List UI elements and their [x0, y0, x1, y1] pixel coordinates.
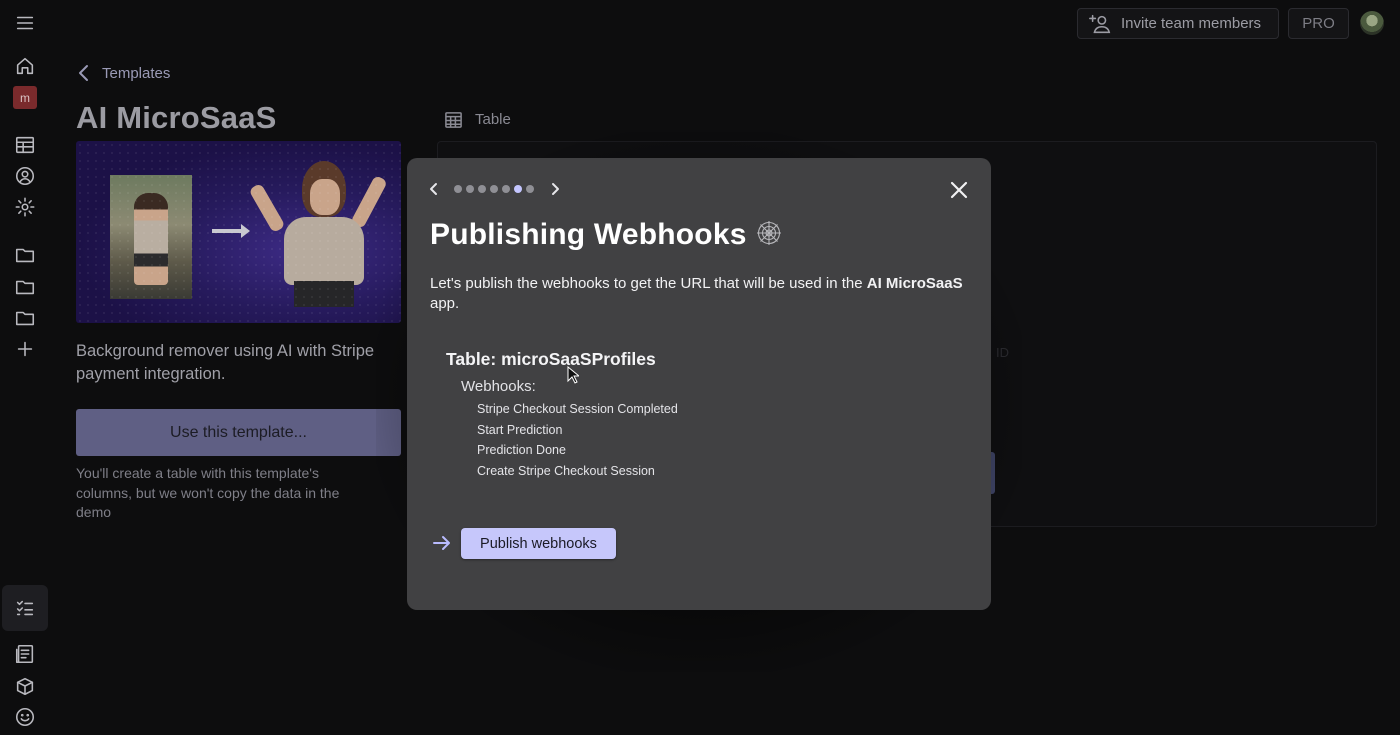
intro-app-name: AI MicroSaaS — [866, 275, 963, 292]
spider-web-icon — [755, 219, 783, 252]
webhooks-modal: Publishing Webhooks Let's publish the we… — [407, 158, 991, 610]
invite-team-members-button[interactable]: Invite team members — [1077, 8, 1279, 39]
after-cutout — [248, 157, 388, 323]
table-icon — [445, 112, 462, 128]
arrow-right-icon — [432, 534, 452, 552]
smiley-icon[interactable] — [12, 704, 38, 730]
breadcrumb-templates[interactable]: Templates — [102, 65, 170, 82]
folder-icon[interactable] — [12, 242, 38, 268]
avatar[interactable] — [1360, 11, 1384, 35]
previous-step-button[interactable] — [426, 180, 442, 198]
table-name: Table: microSaaSProfiles — [446, 349, 656, 369]
intro-text: Let's publish the webhooks to get the UR… — [430, 275, 867, 292]
step-dot[interactable] — [514, 185, 522, 193]
modal-intro: Let's publish the webhooks to get the UR… — [430, 274, 978, 314]
step-dots — [454, 185, 534, 193]
list-item: Prediction Done — [477, 443, 566, 458]
step-dot[interactable] — [490, 185, 498, 193]
mouse-cursor-icon — [567, 366, 579, 384]
pro-button[interactable]: PRO — [1288, 8, 1349, 39]
tab-table-label: Table — [475, 111, 511, 128]
menu-icon[interactable] — [12, 10, 38, 36]
chevron-left-icon — [430, 183, 437, 195]
package-icon[interactable] — [12, 673, 38, 699]
next-step-button[interactable] — [547, 180, 563, 198]
invite-label: Invite team members — [1121, 15, 1262, 32]
chevron-right-icon — [552, 183, 559, 195]
list-item: Start Prediction — [477, 422, 563, 437]
close-icon — [950, 181, 968, 199]
sidebar: m — [0, 0, 50, 735]
publish-webhooks-button[interactable]: Publish webhooks — [461, 528, 616, 559]
before-photo — [110, 175, 192, 299]
add-user-icon — [1089, 14, 1111, 33]
template-description: Background remover using AI with Stripe … — [76, 342, 375, 383]
home-icon[interactable] — [12, 53, 38, 79]
plus-icon[interactable] — [12, 336, 38, 362]
settings-icon[interactable] — [12, 194, 38, 220]
use-template-button[interactable]: Use this template... — [76, 409, 401, 456]
close-button[interactable] — [949, 180, 969, 200]
list-item: Stripe Checkout Session Completed — [477, 402, 678, 416]
modal-title: Publishing Webhooks — [430, 218, 783, 252]
template-preview-image — [76, 141, 401, 323]
tables-icon[interactable] — [12, 132, 38, 158]
step-dot[interactable] — [478, 185, 486, 193]
docs-icon[interactable] — [12, 641, 38, 667]
step-dot[interactable] — [466, 185, 474, 193]
profile-icon[interactable] — [12, 163, 38, 189]
breadcrumb[interactable]: Templates — [76, 64, 170, 82]
workspace-badge[interactable]: m — [13, 86, 37, 109]
template-note: You'll create a table with this template… — [76, 465, 340, 520]
step-dot[interactable] — [454, 185, 462, 193]
webhooks-list: Stripe Checkout Session Completed Start … — [477, 400, 678, 482]
tab-table[interactable]: Table — [444, 110, 511, 129]
folder-icon[interactable] — [12, 305, 38, 331]
page-title: AI MicroSaaS — [76, 100, 277, 135]
webhooks-label: Webhooks: — [461, 378, 536, 395]
folder-icon[interactable] — [12, 274, 38, 300]
list-item: Create Stripe Checkout Session — [477, 463, 655, 478]
chevron-left-icon — [79, 65, 88, 81]
step-dot[interactable] — [526, 185, 534, 193]
checklist-icon[interactable] — [12, 595, 38, 621]
intro-tail: app. — [430, 295, 460, 312]
step-dot[interactable] — [502, 185, 510, 193]
modal-heading: Publishing Webhooks — [430, 218, 747, 251]
arrow-right-icon — [212, 224, 250, 238]
